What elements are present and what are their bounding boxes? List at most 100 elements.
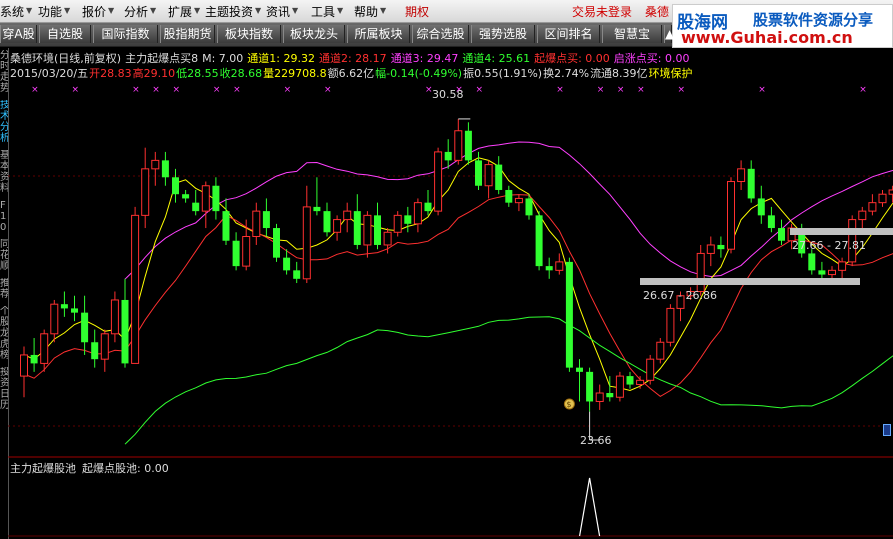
menu-item-8[interactable]: 帮助	[354, 3, 378, 20]
toolbar-button-1[interactable]: 自选股	[39, 25, 91, 43]
candle-body	[404, 215, 412, 224]
menu-item-4[interactable]: 扩展	[168, 3, 192, 20]
menu-item-6[interactable]: 资讯	[266, 3, 290, 20]
toolbar-button-11[interactable]: ▲	[664, 25, 674, 43]
candle-body	[444, 151, 452, 161]
toolbar-button-5[interactable]: 板块龙头	[283, 25, 345, 43]
support-bar-2	[640, 278, 860, 285]
quote-change: 幅-0.14(-0.49%)	[375, 67, 463, 80]
signal-marker: ×	[637, 85, 645, 95]
candle-body	[717, 244, 725, 250]
candle-body	[353, 211, 361, 245]
stock-title: 桑德环境(日线,前复权)	[10, 52, 122, 65]
candle-body	[656, 341, 665, 360]
chevron-down-icon: ▼	[108, 6, 115, 15]
candle-body	[374, 215, 381, 245]
candle-body	[706, 244, 715, 254]
side-tab-3[interactable]: F10	[0, 200, 8, 233]
range-label-1: 27.66 - 27.81	[792, 239, 866, 252]
quote-sector[interactable]: 环境保护	[649, 67, 693, 80]
toolbar-button-2[interactable]: 国际指数	[93, 25, 158, 43]
menu-item-0[interactable]: 系统	[0, 3, 24, 20]
menu-item-7[interactable]: 工具	[311, 3, 335, 20]
candle-body	[646, 358, 655, 381]
candle-body	[454, 130, 463, 161]
candle-body	[595, 392, 604, 402]
menu-item-3[interactable]: 分析	[124, 3, 148, 20]
candle-body	[141, 168, 150, 216]
signal-marker: ×	[31, 85, 39, 95]
channel-3: 通道3: 29.47	[390, 52, 459, 65]
toolbar-button-8[interactable]: 强势选股	[471, 25, 535, 43]
quote-high: 高29.10	[132, 67, 176, 80]
side-tab-2[interactable]: 基本资料	[0, 150, 8, 194]
candle-body	[514, 197, 523, 204]
side-tab-5[interactable]: 推荐	[0, 278, 8, 300]
toolbar-button-0[interactable]: 穿A股	[0, 25, 37, 43]
candle-body	[393, 214, 402, 233]
signal-marker: ×	[859, 85, 867, 95]
side-tab-7[interactable]: 投资日历	[0, 367, 8, 411]
candle-body	[302, 206, 311, 280]
candle-body	[555, 261, 564, 271]
candle-body	[40, 333, 49, 364]
high-price-label: 30.58	[432, 88, 464, 101]
candle-body	[636, 379, 645, 386]
candle-body	[383, 231, 392, 246]
toolbar-button-6[interactable]: 所属板块	[347, 25, 410, 43]
toolbar-button-7[interactable]: 综合选股	[412, 25, 469, 43]
signal-spike	[579, 477, 601, 537]
quote-volume: 量229708.8	[263, 67, 327, 80]
signal-marker: ×	[758, 85, 766, 95]
chevron-down-icon: ▼	[292, 6, 299, 15]
side-tab-1[interactable]: 技术分析	[0, 100, 8, 144]
candle-body	[413, 202, 422, 225]
toolbar-button-9[interactable]: 区间排名	[537, 25, 600, 43]
candle-body	[535, 215, 543, 267]
signal-marker: ×	[152, 85, 160, 95]
sub-chart-value: 起爆点股池: 0.00	[82, 462, 169, 475]
candle-body	[71, 308, 78, 313]
menu-item-5[interactable]: 主题投资	[205, 3, 253, 20]
scroll-marker[interactable]	[883, 424, 891, 436]
candle-body	[888, 189, 893, 195]
range-label-2: 26.67 - 26.86	[643, 289, 717, 302]
signal-marker: ×	[173, 85, 181, 95]
candle-body	[151, 159, 160, 170]
signal-marker: ×	[324, 85, 332, 95]
side-tab-4[interactable]: 同花顺	[0, 239, 8, 272]
candle-body	[757, 198, 765, 216]
support-bar-1	[790, 228, 893, 235]
sub-chart-title: 主力起爆股池 起爆点股池: 0.00	[10, 460, 175, 476]
candle-body	[81, 312, 89, 343]
channel-1-line	[23, 157, 893, 392]
candle-body	[333, 219, 342, 233]
quote-close: 收28.68	[219, 67, 263, 80]
candle-body	[495, 164, 503, 190]
formula-name: 主力起爆点买8	[125, 52, 199, 65]
candle-body	[30, 354, 38, 364]
candle-body	[91, 342, 99, 360]
menu-item-1[interactable]: 功能	[38, 3, 62, 20]
quote-low: 低28.55	[176, 67, 219, 80]
side-tab-0[interactable]: 分时走势	[0, 50, 8, 94]
channel-3-line	[124, 141, 893, 280]
signal-marker: ×	[476, 85, 484, 95]
candle-body	[767, 215, 775, 229]
toolbar-button-4[interactable]: 板块指数	[217, 25, 281, 43]
toolbar-button-3[interactable]: 股指期货	[160, 25, 215, 43]
chevron-down-icon: ▼	[26, 6, 33, 15]
candle-body	[475, 160, 482, 186]
coin-icon-glyph: $	[566, 400, 571, 409]
menu-item-qiquan[interactable]: 期权	[405, 3, 429, 20]
toolbar-button-10[interactable]: 智慧宝	[602, 25, 662, 43]
candle-body	[192, 202, 200, 212]
candle-body	[666, 307, 675, 343]
channel-2: 通道2: 28.17	[318, 52, 387, 65]
candle-body	[293, 270, 301, 279]
menu-item-2[interactable]: 报价	[82, 3, 106, 20]
candle-body	[606, 393, 614, 398]
candle-body	[232, 240, 240, 267]
quote-line: 2015/03/20/五开28.83高29.10低28.55收28.68量229…	[10, 65, 697, 81]
side-tab-6[interactable]: 个股龙虎榜	[0, 306, 8, 361]
